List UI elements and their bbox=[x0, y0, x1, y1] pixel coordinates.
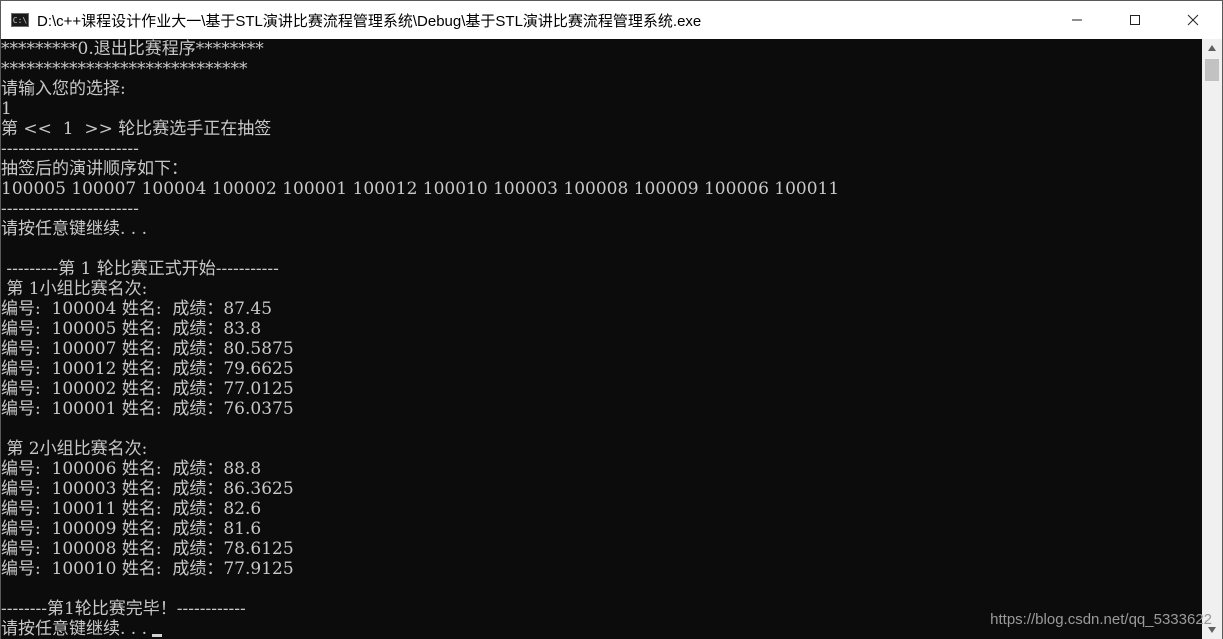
console-line: 100005 100007 100004 100002 100001 10001… bbox=[1, 179, 840, 199]
console-line: 第 << 1 >> 轮比赛选手正在抽签 bbox=[1, 119, 272, 139]
console-line: 编号: 100004 姓名: 成绩：87.45 bbox=[1, 299, 273, 319]
title-bar[interactable]: C:\ D:\c++课程设计作业大一\基于STL演讲比赛流程管理系统\Debug… bbox=[1, 1, 1222, 39]
console-line: 第 1小组比赛名次: bbox=[1, 279, 148, 299]
console-line: 请输入您的选择: bbox=[1, 79, 126, 99]
minimize-icon bbox=[1072, 19, 1082, 21]
maximize-button[interactable] bbox=[1106, 1, 1164, 39]
console-line: 第 2小组比赛名次: bbox=[1, 439, 148, 459]
console-app-icon: C:\ bbox=[11, 13, 29, 27]
maximize-icon bbox=[1130, 15, 1140, 25]
console-line: 编号: 100011 姓名: 成绩：82.6 bbox=[1, 499, 262, 519]
console-line: 编号: 100001 姓名: 成绩：76.0375 bbox=[1, 399, 294, 419]
text-cursor bbox=[152, 634, 163, 637]
console-line: ***************************** bbox=[1, 59, 248, 79]
prompt-text: 请按任意键继续. . . bbox=[1, 619, 153, 639]
console-line: 1 bbox=[1, 99, 12, 119]
minimize-button[interactable] bbox=[1048, 1, 1106, 39]
console-output[interactable]: *********0.退出比赛程序******** ***************… bbox=[1, 39, 1202, 639]
console-line: 编号: 100010 姓名: 成绩：77.9125 bbox=[1, 559, 294, 579]
window-title: D:\c++课程设计作业大一\基于STL演讲比赛流程管理系统\Debug\基于S… bbox=[37, 12, 702, 30]
watermark-text: https://blog.csdn.net/qq_5333622 bbox=[990, 611, 1212, 628]
console-line: 编号: 100012 姓名: 成绩：79.6625 bbox=[1, 359, 294, 379]
console-line: 编号: 100006 姓名: 成绩：88.8 bbox=[1, 459, 262, 479]
close-icon bbox=[1187, 14, 1199, 26]
console-line: 编号: 100009 姓名: 成绩：81.6 bbox=[1, 519, 262, 539]
console-line: 抽签后的演讲顺序如下： bbox=[1, 159, 188, 179]
console-line: 请按任意键继续. . . bbox=[1, 219, 148, 239]
scrollbar-thumb[interactable] bbox=[1205, 59, 1219, 81]
console-line: 编号: 100008 姓名: 成绩：78.6125 bbox=[1, 539, 294, 559]
console-line: 编号: 100002 姓名: 成绩：77.0125 bbox=[1, 379, 294, 399]
console-window: C:\ D:\c++课程设计作业大一\基于STL演讲比赛流程管理系统\Debug… bbox=[0, 0, 1223, 639]
close-button[interactable] bbox=[1164, 1, 1222, 39]
console-lines: *********0.退出比赛程序******** ***************… bbox=[1, 39, 1202, 619]
console-line: 编号: 100003 姓名: 成绩：86.3625 bbox=[1, 479, 294, 499]
console-line: 编号: 100007 姓名: 成绩：80.5875 bbox=[1, 339, 294, 359]
chevron-up-icon bbox=[1208, 45, 1216, 51]
console-line: 编号: 100005 姓名: 成绩：83.8 bbox=[1, 319, 262, 339]
scroll-up-button[interactable] bbox=[1202, 39, 1222, 57]
console-line: *********0.退出比赛程序******** bbox=[1, 39, 264, 59]
console-line: ------------------------ bbox=[1, 199, 139, 219]
console-line: ---------第 1 轮比赛正式开始----------- bbox=[1, 259, 279, 279]
window-controls bbox=[1048, 1, 1222, 39]
console-line: ------------------------ bbox=[1, 139, 139, 159]
vertical-scrollbar[interactable] bbox=[1202, 39, 1222, 639]
